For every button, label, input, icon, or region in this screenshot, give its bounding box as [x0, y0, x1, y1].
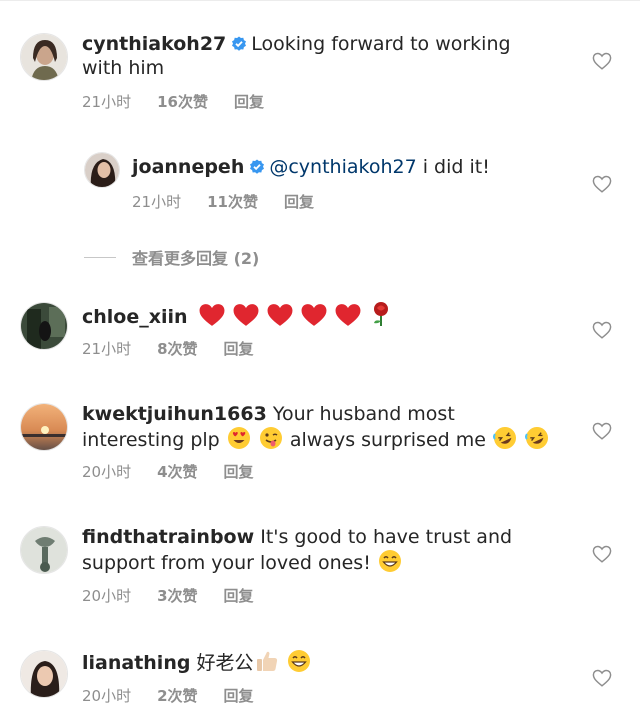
red-heart-icon [301, 304, 327, 326]
comment-meta: 20小时 2次赞 回复 [82, 685, 280, 706]
likes-count[interactable]: 3次赞 [157, 587, 197, 605]
timestamp: 21小时 [82, 93, 132, 111]
username[interactable]: chloe_xiin [82, 306, 188, 328]
reply-button[interactable]: 回复 [224, 340, 254, 358]
red-heart-icon [335, 304, 361, 326]
like-heart-icon[interactable] [592, 175, 612, 193]
verified-badge-icon [250, 159, 265, 174]
comment-text: lianathing 好老公 [82, 649, 552, 675]
comment-text: findthatrainbow It's good to have trust … [82, 525, 552, 575]
avatar[interactable] [20, 302, 68, 350]
mention-link[interactable]: @cynthiakoh27 [269, 156, 416, 178]
comment-text: cynthiakoh27 Looking forward to working w… [82, 32, 552, 80]
timestamp: 20小时 [82, 687, 132, 705]
avatar[interactable] [20, 403, 68, 451]
red-heart-icon [199, 304, 225, 326]
grinning-face-icon [378, 550, 401, 572]
comment-text: joannepeh @cynthiakoh27 i did it! [132, 155, 552, 179]
comment-meta: 21小时 16次赞 回复 [82, 91, 290, 112]
reply-button[interactable]: 回复 [234, 93, 264, 111]
likes-count[interactable]: 8次赞 [157, 340, 197, 358]
username[interactable]: findthatrainbow [82, 526, 254, 548]
avatar[interactable] [20, 526, 68, 574]
timestamp: 21小时 [82, 340, 132, 358]
grinning-face-icon [287, 650, 310, 672]
thumbs-up-icon [256, 651, 277, 671]
comment-body-continued: always surprised me [289, 429, 486, 451]
rofl-face-icon [525, 427, 549, 449]
avatar[interactable] [20, 33, 68, 81]
view-more-replies-label: 查看更多回复 (2) [132, 249, 260, 268]
replies-divider [84, 256, 116, 258]
comment-meta: 20小时 3次赞 回复 [82, 585, 280, 606]
like-heart-icon[interactable] [592, 422, 612, 440]
avatar[interactable] [84, 152, 120, 188]
verified-badge-icon [232, 36, 247, 51]
rofl-face-icon [492, 427, 516, 449]
reply-button[interactable]: 回复 [224, 587, 254, 605]
red-heart-icon [267, 304, 293, 326]
winking-tongue-face-icon [259, 427, 282, 449]
comment-meta: 20小时 4次赞 回复 [82, 461, 280, 482]
username[interactable]: cynthiakoh27 [82, 33, 226, 55]
comment-meta: 21小时 8次赞 回复 [82, 338, 280, 359]
likes-count[interactable]: 4次赞 [157, 463, 197, 481]
likes-count[interactable]: 11次赞 [207, 193, 258, 211]
like-heart-icon[interactable] [592, 321, 612, 339]
avatar[interactable] [20, 650, 68, 698]
like-heart-icon[interactable] [592, 545, 612, 563]
username[interactable]: lianathing [82, 652, 190, 674]
like-heart-icon[interactable] [592, 52, 612, 70]
reply-button[interactable]: 回复 [284, 193, 314, 211]
comment-text: chloe_xiin [82, 301, 552, 329]
timestamp: 21小时 [132, 193, 182, 211]
top-divider [0, 0, 640, 1]
likes-count[interactable]: 16次赞 [157, 93, 208, 111]
comment-text: kwektjuihun1663 Your husband most intere… [82, 402, 552, 452]
reply-button[interactable]: 回复 [224, 463, 254, 481]
rose-icon [373, 302, 388, 326]
red-heart-icon [233, 304, 259, 326]
timestamp: 20小时 [82, 463, 132, 481]
comment-body: i did it! [416, 156, 490, 178]
like-heart-icon[interactable] [592, 669, 612, 687]
username[interactable]: kwektjuihun1663 [82, 403, 267, 425]
comment-body: 好老公 [196, 652, 254, 674]
emoji-list [198, 302, 394, 328]
comment-meta: 21小时 11次赞 回复 [132, 191, 340, 212]
likes-count[interactable]: 2次赞 [157, 687, 197, 705]
username[interactable]: joannepeh [132, 156, 244, 178]
timestamp: 20小时 [82, 587, 132, 605]
view-more-replies-button[interactable]: 查看更多回复 (2) [84, 245, 259, 269]
reply-button[interactable]: 回复 [224, 687, 254, 705]
heart-eyes-face-icon [227, 427, 250, 449]
